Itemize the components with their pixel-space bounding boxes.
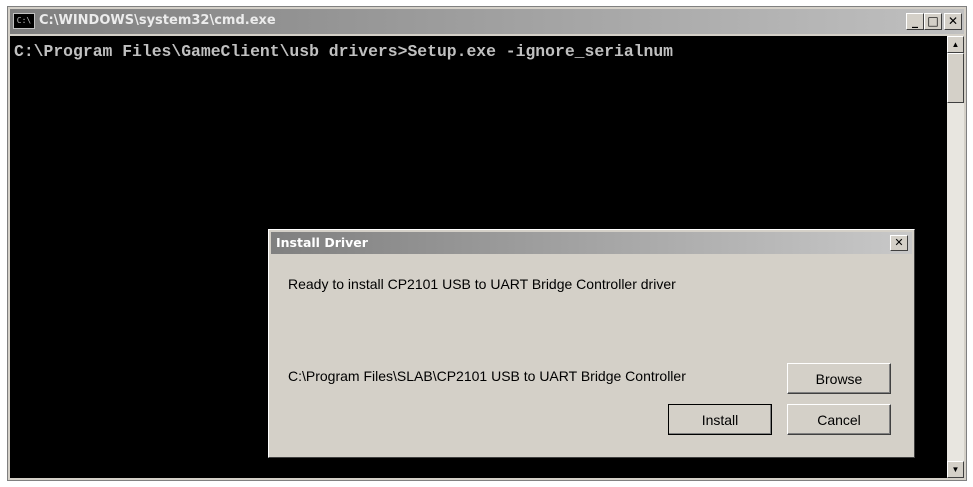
minimize-button[interactable]: _: [906, 13, 924, 30]
window-title: C:\WINDOWS\system32\cmd.exe: [39, 13, 276, 28]
dialog-close-button[interactable]: ✕: [890, 235, 908, 251]
dialog-message: Ready to install CP2101 USB to UART Brid…: [288, 276, 676, 292]
console-line: C:\Program Files\GameClient\usb drivers>…: [14, 42, 674, 61]
maximize-button[interactable]: □: [924, 13, 942, 30]
browse-button[interactable]: Browse: [787, 363, 891, 394]
close-button[interactable]: ✕: [944, 13, 962, 30]
window-titlebar[interactable]: C:\ C:\WINDOWS\system32\cmd.exe _ □ ✕: [10, 9, 964, 34]
cmd-icon: C:\: [13, 13, 35, 29]
dialog-titlebar[interactable]: Install Driver ✕: [271, 232, 912, 254]
install-driver-dialog: Install Driver ✕ Ready to install CP2101…: [268, 229, 915, 458]
scroll-up-arrow-icon[interactable]: ▲: [947, 36, 964, 53]
install-path: C:\Program Files\SLAB\CP2101 USB to UART…: [288, 368, 686, 384]
install-button[interactable]: Install: [668, 404, 772, 435]
cancel-button[interactable]: Cancel: [787, 404, 891, 435]
scroll-down-arrow-icon[interactable]: ▼: [947, 461, 964, 478]
dialog-title: Install Driver: [276, 235, 368, 250]
vertical-scrollbar[interactable]: ▲ ▼: [947, 36, 964, 478]
scroll-thumb[interactable]: [947, 53, 964, 103]
